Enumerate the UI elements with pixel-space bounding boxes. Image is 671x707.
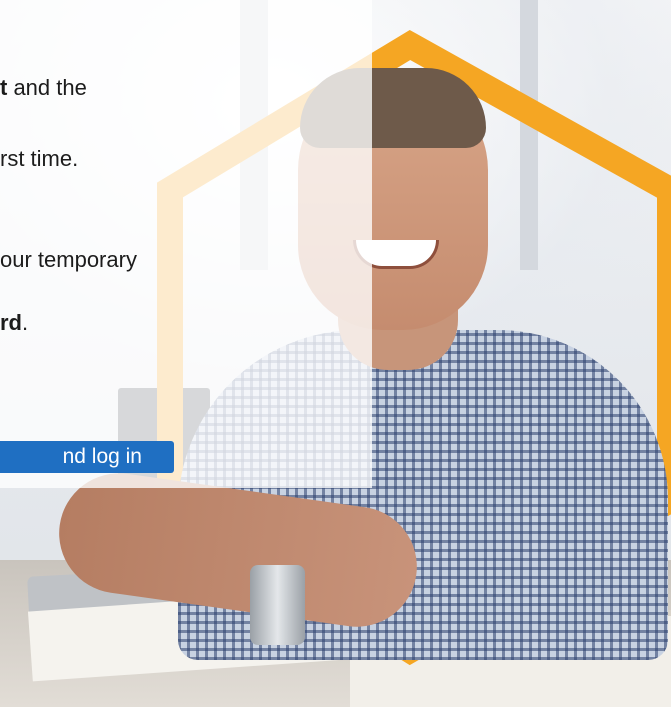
instruction-line-2: rst time.	[0, 146, 79, 171]
instruction-line-4: rd.	[0, 310, 28, 336]
instruction-line-4-text: .	[22, 310, 29, 335]
instruction-line-1: t and the	[0, 75, 87, 101]
info-panel: t and the rst time. our temporary rd. nd…	[0, 0, 372, 488]
instruction-line-3: our temporary	[0, 247, 137, 272]
login-button[interactable]: nd log in	[0, 441, 174, 473]
wristwatch	[250, 565, 305, 645]
instruction-line-1-text: and the	[7, 75, 87, 100]
instruction-line-4-bold: rd	[0, 310, 22, 335]
